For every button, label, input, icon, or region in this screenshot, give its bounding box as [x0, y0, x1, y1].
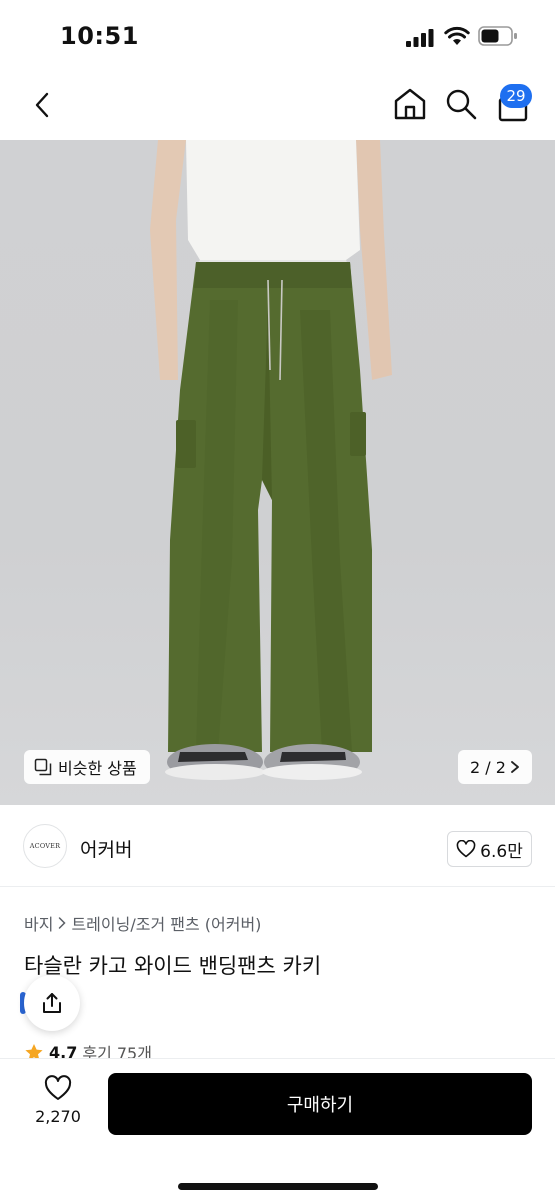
- brand-like-count: 6.6만: [480, 841, 523, 862]
- search-icon[interactable]: [443, 86, 479, 122]
- brand-logo[interactable]: ACOVER: [23, 824, 67, 868]
- chevron-right-icon: [59, 917, 67, 929]
- share-icon: [43, 993, 61, 1013]
- image-pager[interactable]: 2 / 2: [458, 750, 532, 784]
- similar-products-icon: [34, 758, 52, 776]
- cart-count-badge: 29: [500, 84, 532, 108]
- nav-bar: [0, 72, 555, 140]
- brand-row[interactable]: ACOVER 어커버 6.6만: [0, 805, 555, 887]
- share-button[interactable]: [24, 975, 80, 1031]
- heart-outline-icon: [44, 1075, 72, 1100]
- similar-products-button[interactable]: 비슷한 상품: [24, 750, 150, 784]
- brand-logo-text: ACOVER: [29, 842, 61, 850]
- similar-products-label: 비슷한 상품: [58, 759, 137, 778]
- back-chevron-icon: [35, 92, 49, 118]
- brand-name[interactable]: 어커버: [80, 835, 132, 862]
- status-bar: 10:51: [0, 0, 555, 72]
- product-image[interactable]: [0, 140, 555, 805]
- status-time: 10:51: [60, 22, 139, 50]
- back-button[interactable]: [26, 88, 58, 122]
- breadcrumb: 바지 트레이닝/조거 팬츠 (어커버): [24, 911, 261, 935]
- product-title: 타슬란 카고 와이드 밴딩팬츠 카키: [24, 954, 322, 978]
- home-icon[interactable]: [392, 86, 428, 122]
- breadcrumb-item-subcategory[interactable]: 트레이닝/조거 팬츠 (어커버): [71, 911, 261, 935]
- cellular-signal-icon: [406, 29, 434, 47]
- brand-like-button[interactable]: 6.6만: [447, 831, 532, 867]
- image-pager-label: 2 / 2: [470, 757, 506, 777]
- wishlist-count: 2,270: [35, 1107, 81, 1126]
- wifi-icon: [444, 26, 470, 45]
- bottom-action-bar: 2,270 구매하기: [0, 1058, 555, 1200]
- breadcrumb-item-category[interactable]: 바지: [24, 911, 53, 935]
- heart-outline-icon: [456, 840, 476, 858]
- wishlist-button[interactable]: 2,270: [30, 1075, 86, 1135]
- home-indicator: [178, 1183, 378, 1190]
- buy-button[interactable]: 구매하기: [108, 1073, 532, 1135]
- chevron-right-icon: [511, 761, 519, 773]
- product-photo-illustration: [150, 140, 392, 780]
- battery-icon: [478, 26, 517, 46]
